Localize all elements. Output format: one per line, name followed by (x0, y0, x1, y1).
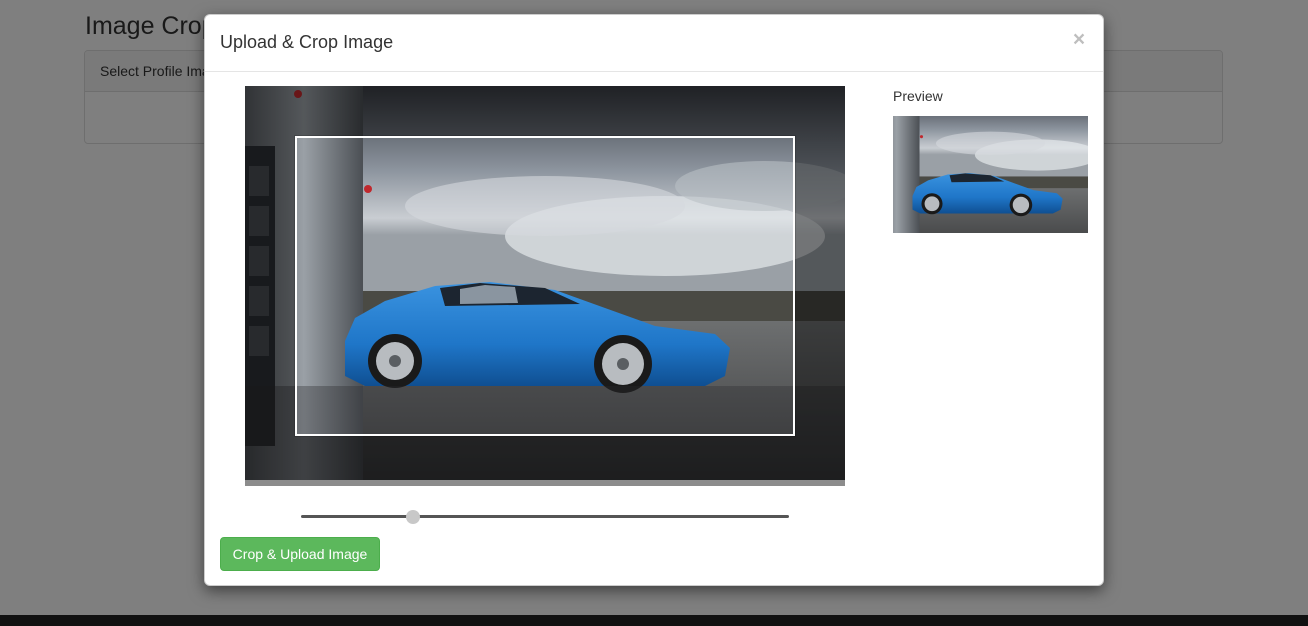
crop-preview (893, 116, 1088, 233)
modal-title: Upload & Crop Image (220, 32, 394, 52)
modal-header: Upload & Crop Image × (205, 15, 1103, 72)
zoom-track[interactable] (301, 515, 789, 518)
zoom-slider[interactable] (301, 510, 789, 524)
zoom-handle[interactable] (406, 510, 421, 524)
upload-crop-modal: Upload & Crop Image × Preview Crop & Upl… (204, 14, 1104, 586)
crop-upload-button[interactable]: Crop & Upload Image (220, 537, 380, 571)
crop-area[interactable] (245, 86, 845, 486)
crop-viewport[interactable] (295, 136, 795, 436)
close-icon[interactable]: × (1069, 27, 1089, 53)
preview-label: Preview (893, 88, 943, 104)
preview-photo (893, 116, 1088, 233)
crop-boundary-bar (245, 480, 845, 486)
